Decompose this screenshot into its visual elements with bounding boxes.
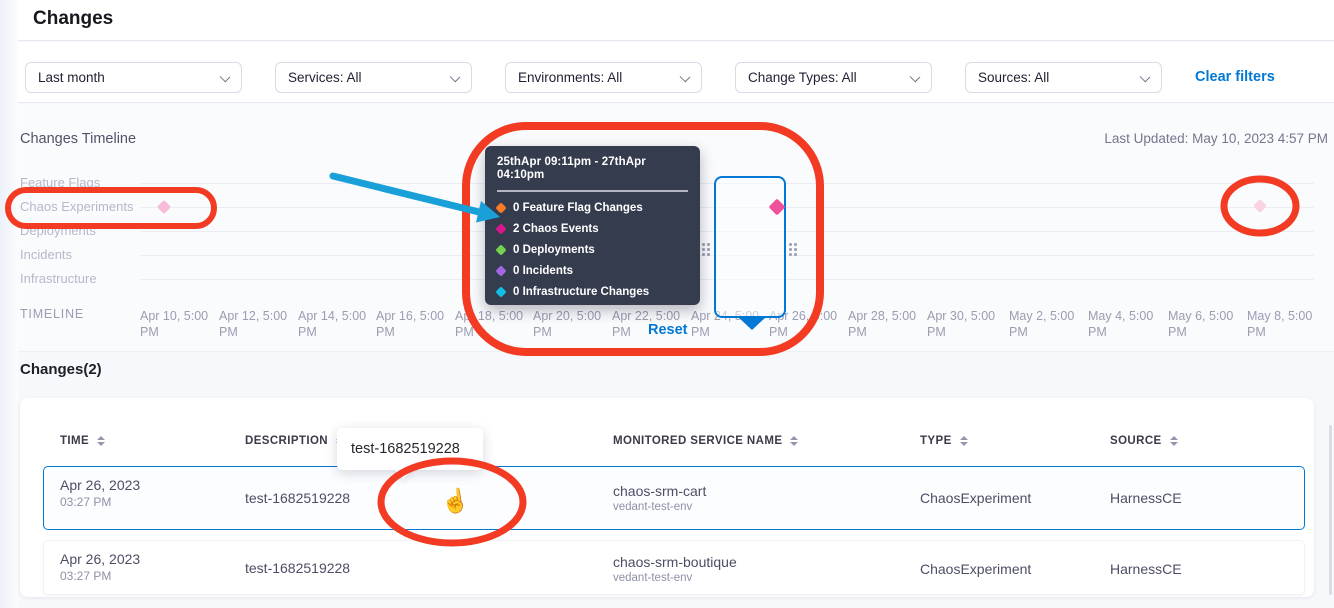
column-header-type[interactable]: TYPE xyxy=(920,435,968,447)
sources-value: Sources: All xyxy=(978,70,1049,85)
tooltip-item-infrastructure: 0 Infrastructure Changes xyxy=(497,287,688,298)
sort-icon[interactable] xyxy=(1170,436,1178,446)
sort-icon[interactable] xyxy=(97,436,105,446)
row1-type: ChaosExperiment xyxy=(920,490,1031,506)
change-types-dropdown[interactable]: Change Types: All xyxy=(735,62,932,93)
sort-icon[interactable] xyxy=(790,436,798,446)
axis-tick: Apr 30, 5:00PM xyxy=(927,308,999,340)
time-range-dropdown[interactable]: Last month xyxy=(25,62,242,93)
row1-date: Apr 26, 2023 xyxy=(60,477,140,493)
changes-count-title: Changes(2) xyxy=(20,361,102,378)
axis-tick: Apr 16, 5:00PM xyxy=(376,308,448,340)
time-range-value: Last month xyxy=(38,70,105,85)
column-header-description[interactable]: DESCRIPTION xyxy=(245,435,344,447)
column-header-time[interactable]: TIME xyxy=(60,435,105,447)
axis-tick: May 4, 5:00PM xyxy=(1088,308,1160,340)
row1-source: HarnessCE xyxy=(1110,490,1182,506)
tooltip-item-incidents: 0 Incidents xyxy=(497,266,688,277)
clear-filters-link[interactable]: Clear filters xyxy=(1195,69,1275,85)
services-dropdown[interactable]: Services: All xyxy=(275,62,472,93)
hand-cursor-icon: ☝ xyxy=(439,486,471,517)
row2-service: chaos-srm-boutique xyxy=(613,554,737,570)
environments-value: Environments: All xyxy=(518,70,622,85)
axis-tick: Apr 10, 5:00PM xyxy=(140,308,212,340)
incident-diamond-icon xyxy=(495,265,506,276)
timeline-row-chaos-experiments: Chaos Experiments xyxy=(20,199,133,214)
axis-tick: Apr 20, 5:00PM xyxy=(533,308,605,340)
feature-flag-diamond-icon xyxy=(495,202,506,213)
changes-page: Changes Last month Services: All Environ… xyxy=(0,0,1334,608)
divider xyxy=(497,308,688,310)
sort-icon[interactable] xyxy=(960,436,968,446)
divider xyxy=(497,190,688,192)
axis-tick: May 6, 5:00PM xyxy=(1168,308,1240,340)
chevron-down-icon xyxy=(220,72,231,83)
timeline-row-feature-flags: Feature Flags xyxy=(20,175,100,190)
axis-tick: May 8, 5:00PM xyxy=(1247,308,1319,340)
row2-source: HarnessCE xyxy=(1110,561,1182,577)
sources-dropdown[interactable]: Sources: All xyxy=(965,62,1162,93)
column-header-source[interactable]: SOURCE xyxy=(1110,435,1178,447)
row1-environment: vedant-test-env xyxy=(613,501,692,513)
page-title: Changes xyxy=(33,8,113,30)
axis-tick: Apr 18, 5:00PM xyxy=(455,308,527,340)
column-header-monitored-service[interactable]: MONITORED SERVICE NAME xyxy=(613,435,798,447)
tooltip-date-range: 25thApr 09:11pm - 27thApr 04:10pm xyxy=(497,156,688,182)
sidebar-edge xyxy=(0,0,18,608)
reset-link[interactable]: Reset xyxy=(648,322,688,338)
chevron-down-icon xyxy=(1140,72,1151,83)
infrastructure-diamond-icon xyxy=(495,286,506,297)
timeline-axis-label: TIMELINE xyxy=(20,307,84,321)
top-bar xyxy=(18,0,1334,41)
brush-bottom-pointer[interactable] xyxy=(738,317,766,330)
chevron-down-icon xyxy=(450,72,461,83)
row2-time: 03:27 PM xyxy=(60,569,111,583)
environments-dropdown[interactable]: Environments: All xyxy=(505,62,702,93)
chevron-down-icon xyxy=(910,72,921,83)
timeline-tooltip: 25thApr 09:11pm - 27thApr 04:10pm 0 Feat… xyxy=(485,146,700,305)
chevron-down-icon xyxy=(680,72,691,83)
timeline-title: Changes Timeline xyxy=(20,131,136,147)
deployment-diamond-icon xyxy=(495,244,506,255)
services-value: Services: All xyxy=(288,70,362,85)
row1-description: test-1682519228 xyxy=(245,490,350,506)
timeline-row-infrastructure: Infrastructure xyxy=(20,271,97,286)
row1-time: 03:27 PM xyxy=(60,495,111,509)
brush-left-handle[interactable] xyxy=(702,243,710,256)
tooltip-item-feature-flags: 0 Feature Flag Changes xyxy=(497,203,688,214)
brush-right-handle[interactable] xyxy=(789,243,797,256)
tooltip-item-deployments: 0 Deployments xyxy=(497,245,688,256)
chaos-event-diamond-icon xyxy=(495,223,506,234)
timeline-brush-selection[interactable] xyxy=(714,176,786,318)
last-updated-label: Last Updated: May 10, 2023 4:57 PM xyxy=(1104,131,1328,146)
scrollbar-thumb[interactable] xyxy=(1329,425,1332,595)
row2-type: ChaosExperiment xyxy=(920,561,1031,577)
description-tooltip: test-1682519228 xyxy=(337,428,483,470)
tooltip-item-chaos-events: 2 Chaos Events xyxy=(497,224,688,235)
axis-tick: Apr 14, 5:00PM xyxy=(298,308,370,340)
timeline-row-deployments: Deployments xyxy=(20,223,96,238)
row2-description: test-1682519228 xyxy=(245,560,350,576)
change-types-value: Change Types: All xyxy=(748,70,857,85)
axis-tick: May 2, 5:00PM xyxy=(1009,308,1081,340)
row2-environment: vedant-test-env xyxy=(613,572,692,584)
row1-service: chaos-srm-cart xyxy=(613,483,706,499)
row2-date: Apr 26, 2023 xyxy=(60,551,140,567)
axis-tick: Apr 28, 5:00PM xyxy=(848,308,920,340)
timeline-row-incidents: Incidents xyxy=(20,247,72,262)
axis-tick: Apr 12, 5:00PM xyxy=(219,308,291,340)
